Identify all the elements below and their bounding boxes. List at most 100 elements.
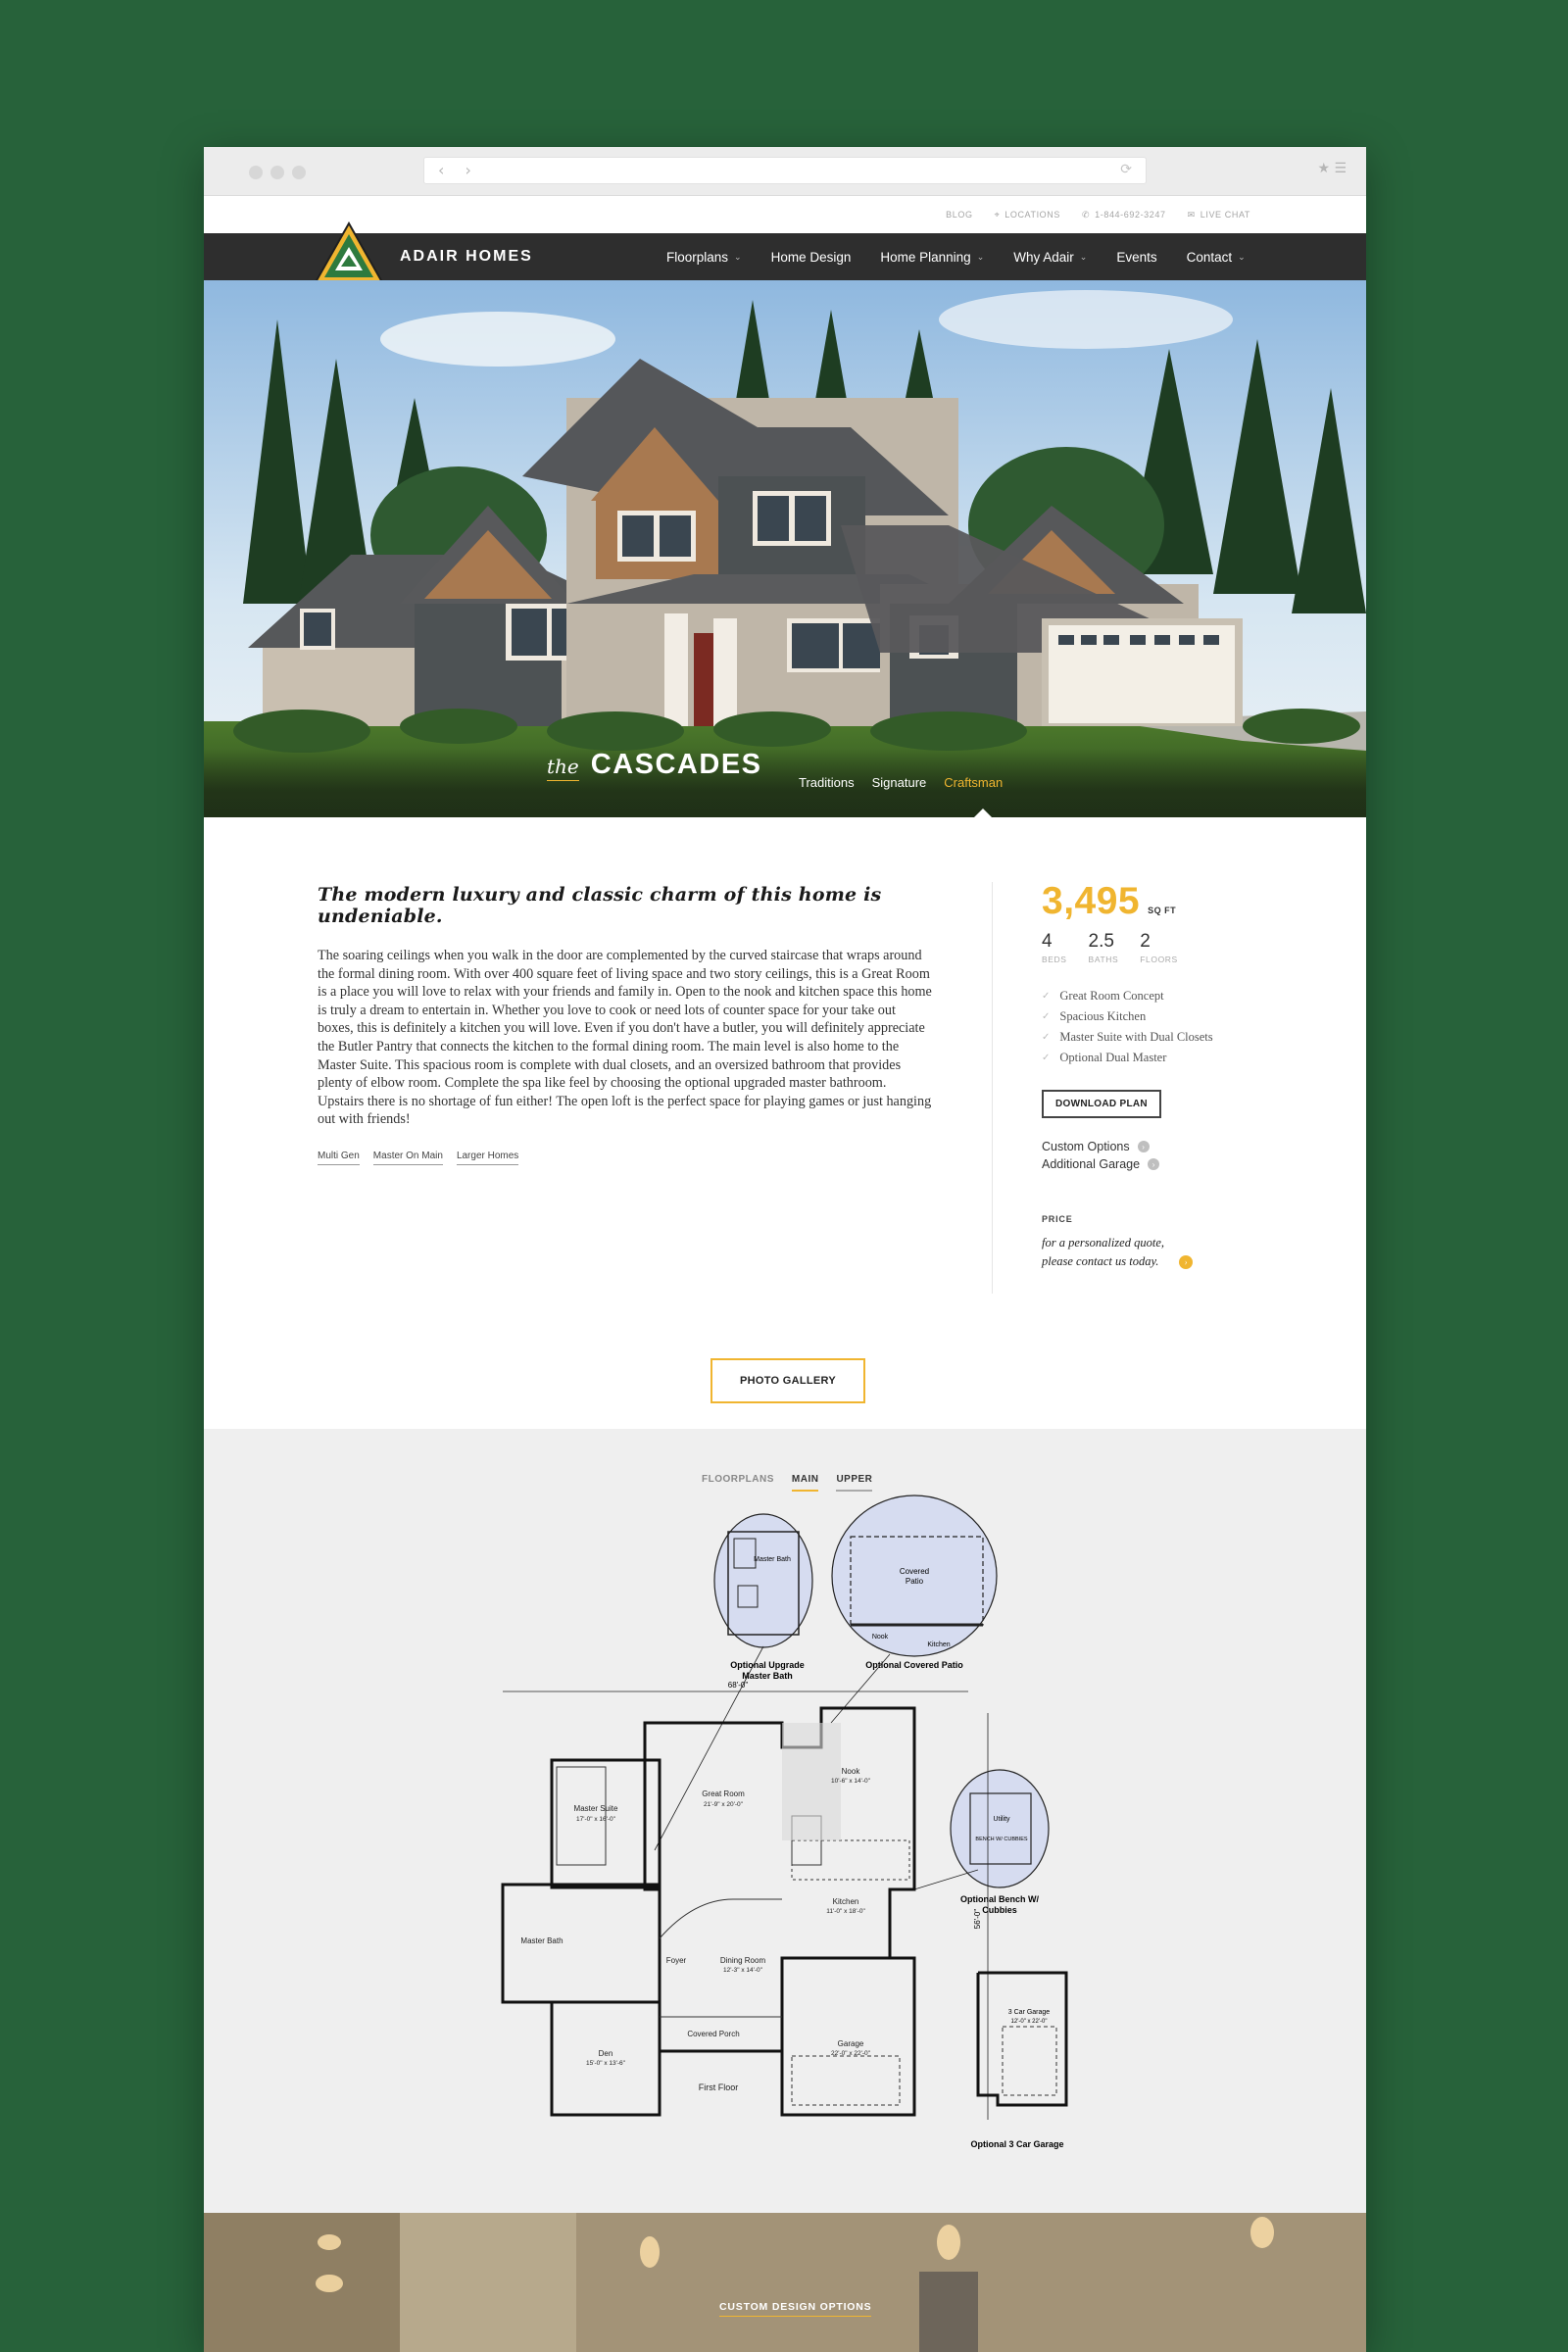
covered-porch-label: Covered Porch [687, 2030, 739, 2038]
phone-icon: ✆ [1081, 209, 1091, 220]
stat-floors: 2 FLOORS [1140, 931, 1178, 964]
tag-link[interactable]: Larger Homes [456, 1151, 519, 1165]
chat-icon: ✉ [1187, 209, 1196, 220]
main-nav: ADAIR HOMES Floorplans ⌄ Home Design Home… [204, 221, 1366, 283]
interior-photo [204, 2213, 1366, 2352]
maximize-dot[interactable] [292, 166, 306, 179]
style-tabs: Traditions Signature Craftsman [799, 775, 1003, 790]
house-rendering [204, 280, 1366, 817]
chevron-down-icon: ⌄ [1238, 251, 1246, 262]
dining-dim: 12'-3" x 14'-0" [723, 1967, 763, 1974]
garage3-label: 3 Car Garage [1008, 2009, 1051, 2016]
adair-logo-icon[interactable] [314, 221, 384, 288]
utility-phone[interactable]: ✆ 1-844-692-3247 [1082, 210, 1166, 220]
price-label: PRICE [1042, 1214, 1073, 1224]
menu-events[interactable]: Events [1116, 250, 1156, 265]
feature-item: ✓ Great Room Concept [1042, 989, 1164, 1003]
great-room-label: Great Room [702, 1789, 745, 1798]
style-tab-traditions[interactable]: Traditions [799, 775, 855, 790]
feature-item: ✓ Spacious Kitchen [1042, 1009, 1147, 1023]
plan-specs: 3,495 SQ FT 4 BEDS 2.5 BATHS 2 FLOORS ✓ Grea… [1042, 880, 1277, 1271]
utility-live-chat[interactable]: ✉ LIVE CHAT [1188, 210, 1250, 220]
location-pin-icon: ⌖ [994, 209, 1001, 220]
kitchen-label: Kitchen [833, 1897, 859, 1906]
feature-item: ✓ Master Suite with Dual Closets [1042, 1030, 1213, 1044]
master-suite-dim: 17'-0" x 16'-0" [576, 1816, 616, 1823]
style-tab-craftsman[interactable]: Craftsman [944, 775, 1003, 790]
upgrade-bath-callout [713, 1513, 813, 1648]
kitchen-dim: 11'-0" x 18'-0" [826, 1908, 865, 1915]
garage3-dim: 12'-0" x 22'-0" [1011, 2019, 1048, 2025]
tag-link[interactable]: Multi Gen [318, 1151, 360, 1165]
window-controls[interactable] [249, 166, 306, 179]
garage3-caption: Optional 3 Car Garage [970, 2139, 1063, 2149]
plan-description: The modern luxury and classic charm of t… [318, 884, 935, 1165]
close-dot[interactable] [249, 166, 263, 179]
sqft-value: 3,495 [1042, 880, 1141, 922]
hero-overlay [204, 749, 1366, 817]
first-floor-label: First Floor [699, 2082, 739, 2092]
utility-inset-label: Utility [993, 1816, 1010, 1823]
custom-options-link[interactable]: Custom Options › [1042, 1138, 1277, 1155]
menu-contact[interactable]: Contact ⌄ [1187, 250, 1246, 265]
brand-name[interactable]: ADAIR HOMES [400, 248, 533, 266]
arrow-circle-icon[interactable]: › [1179, 1255, 1193, 1269]
utility-locations[interactable]: ⌖ LOCATIONS [995, 210, 1060, 220]
width-dimension: 68'-0" [728, 1681, 749, 1690]
description-headline: The modern luxury and classic charm of t… [318, 884, 882, 927]
price-contact[interactable]: for a personalized quote, please contact… [1042, 1234, 1277, 1271]
hero-banner: the CASCADES Traditions Signature Crafts… [204, 280, 1366, 817]
column-divider [992, 882, 993, 1294]
covered-patio-callout [831, 1494, 998, 1657]
check-icon: ✓ [1042, 1011, 1051, 1022]
address-bar[interactable]: ‹ › ⟳ [423, 157, 1147, 184]
style-tab-signature[interactable]: Signature [872, 775, 927, 790]
dining-label: Dining Room [720, 1956, 766, 1965]
check-icon: ✓ [1042, 1053, 1051, 1063]
stat-baths: 2.5 BATHS [1088, 931, 1119, 964]
plan-options: Custom Options › Additional Garage › [1042, 1138, 1277, 1173]
kitchen-inset-label: Kitchen [927, 1642, 950, 1648]
stat-beds: 4 BEDS [1042, 931, 1067, 964]
bench-caption-2: Cubbies [982, 1905, 1017, 1915]
floorplans-section: FLOORPLANS MAIN UPPER Master Bath Covere… [204, 1429, 1366, 2213]
utility-blog[interactable]: BLOG [946, 210, 972, 220]
bench-inset-label: BENCH W/ CUBBIES [975, 1837, 1028, 1842]
menu-why-adair[interactable]: Why Adair ⌄ [1013, 250, 1087, 265]
chevron-down-icon: ⌄ [1079, 251, 1088, 262]
minimize-dot[interactable] [270, 166, 284, 179]
master-bath-inset-label: Master Bath [754, 1556, 791, 1563]
floorplan-drawing[interactable]: Master Bath Covered Patio Nook Kitchen O… [204, 1429, 1366, 2213]
plan-title-the: the [547, 755, 579, 781]
menu-floorplans[interactable]: Floorplans ⌄ [666, 250, 742, 265]
plan-tags: Multi Gen Master On Main Larger Homes [318, 1151, 935, 1165]
check-icon: ✓ [1042, 1032, 1051, 1043]
download-plan-button[interactable]: DOWNLOAD PLAN [1042, 1090, 1161, 1118]
chevron-down-icon: ⌄ [734, 251, 742, 262]
photo-gallery-button[interactable]: PHOTO GALLERY [710, 1358, 865, 1403]
nook-dim: 10'-6" x 14'-0" [831, 1778, 871, 1785]
custom-design-section: CUSTOM DESIGN OPTIONS [204, 2213, 1366, 2352]
garage-label: Garage [838, 2039, 864, 2048]
browser-window: ‹ › ⟳ ★ ☰ BLOG ⌖ LOCATIONS ✆ 1-844-692-324… [204, 147, 1366, 2352]
description-body: The soaring ceilings when you walk in th… [318, 948, 932, 1128]
foyer-label: Foyer [666, 1956, 687, 1965]
plan-stats: 4 BEDS 2.5 BATHS 2 FLOORS [1042, 931, 1277, 964]
menu-home-planning[interactable]: Home Planning ⌄ [880, 250, 984, 265]
primary-menu: Floorplans ⌄ Home Design Home Planning ⌄ W… [666, 233, 1246, 280]
den-dim: 15'-0" x 13'-6" [586, 2060, 626, 2067]
bench-caption-1: Optional Bench W/ [960, 1894, 1039, 1904]
master-bath-label: Master Bath [520, 1936, 563, 1945]
back-forward-icon[interactable]: ‹ › [438, 161, 479, 179]
star-menu-icon[interactable]: ★ ☰ [1317, 161, 1347, 176]
tag-link[interactable]: Master On Main [372, 1151, 443, 1165]
additional-garage-link[interactable]: Additional Garage › [1042, 1155, 1277, 1173]
arrow-circle-icon: › [1137, 1141, 1150, 1152]
feature-list: ✓ Great Room Concept ✓ Spacious Kitchen ✓ M… [1042, 986, 1277, 1068]
custom-design-options-link[interactable]: CUSTOM DESIGN OPTIONS [719, 2301, 872, 2317]
menu-home-design[interactable]: Home Design [771, 250, 852, 265]
check-icon: ✓ [1042, 991, 1051, 1002]
reload-icon[interactable]: ⟳ [1120, 162, 1132, 177]
browser-chrome: ‹ › ⟳ ★ ☰ [204, 147, 1366, 196]
nook-label: Nook [842, 1767, 861, 1776]
